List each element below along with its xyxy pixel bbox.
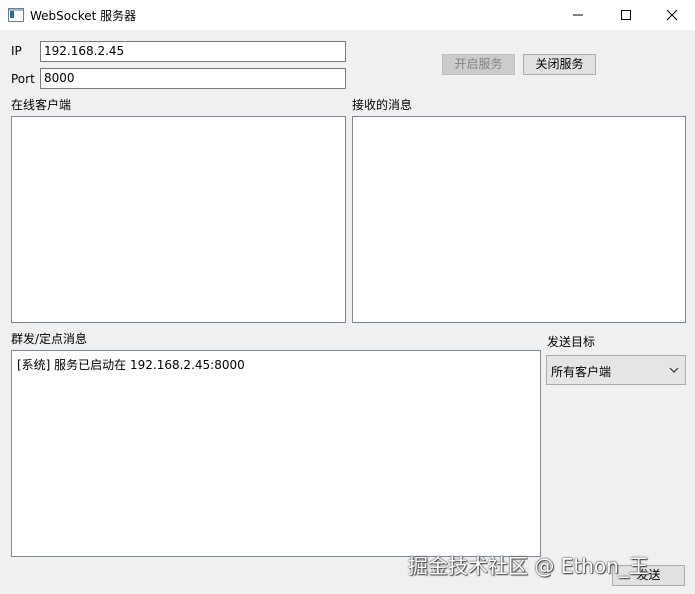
maximize-icon [621,10,631,20]
received-messages-list[interactable] [352,116,686,323]
send-target-value: 所有客户端 [551,365,612,379]
broadcast-label: 群发/定点消息 [11,332,88,346]
log-entry: [系统] 服务已启动在 192.168.2.45:8000 [17,358,245,372]
ip-label: IP [11,44,22,58]
received-messages-label: 接收的消息 [352,98,413,112]
watermark-text: 掘金技术社区 @ Ethon_王 [408,554,649,578]
send-target-select[interactable]: 所有客户端 [546,355,686,385]
online-clients-label: 在线客户端 [11,98,72,112]
chevron-down-icon [669,367,679,373]
start-service-button[interactable]: 开启服务 [442,54,515,75]
online-clients-list[interactable] [11,116,346,323]
ip-input[interactable]: 192.168.2.45 [40,41,346,62]
close-icon [666,9,678,21]
stop-service-button[interactable]: 关闭服务 [523,54,596,75]
port-label: Port [11,72,35,86]
app-icon [8,8,24,22]
window-title: WebSocket 服务器 [30,9,137,23]
broadcast-message-box[interactable]: [系统] 服务已启动在 192.168.2.45:8000 [11,350,541,557]
app-window: WebSocket 服务器 IP 192.168.2.45 Port 8000 … [0,0,695,594]
title-bar[interactable]: WebSocket 服务器 [0,0,695,30]
port-input[interactable]: 8000 [40,68,346,89]
minimize-icon [573,14,583,16]
minimize-button[interactable] [555,0,601,30]
send-target-label: 发送目标 [547,335,596,349]
close-button[interactable] [649,0,695,30]
maximize-button[interactable] [603,0,649,30]
